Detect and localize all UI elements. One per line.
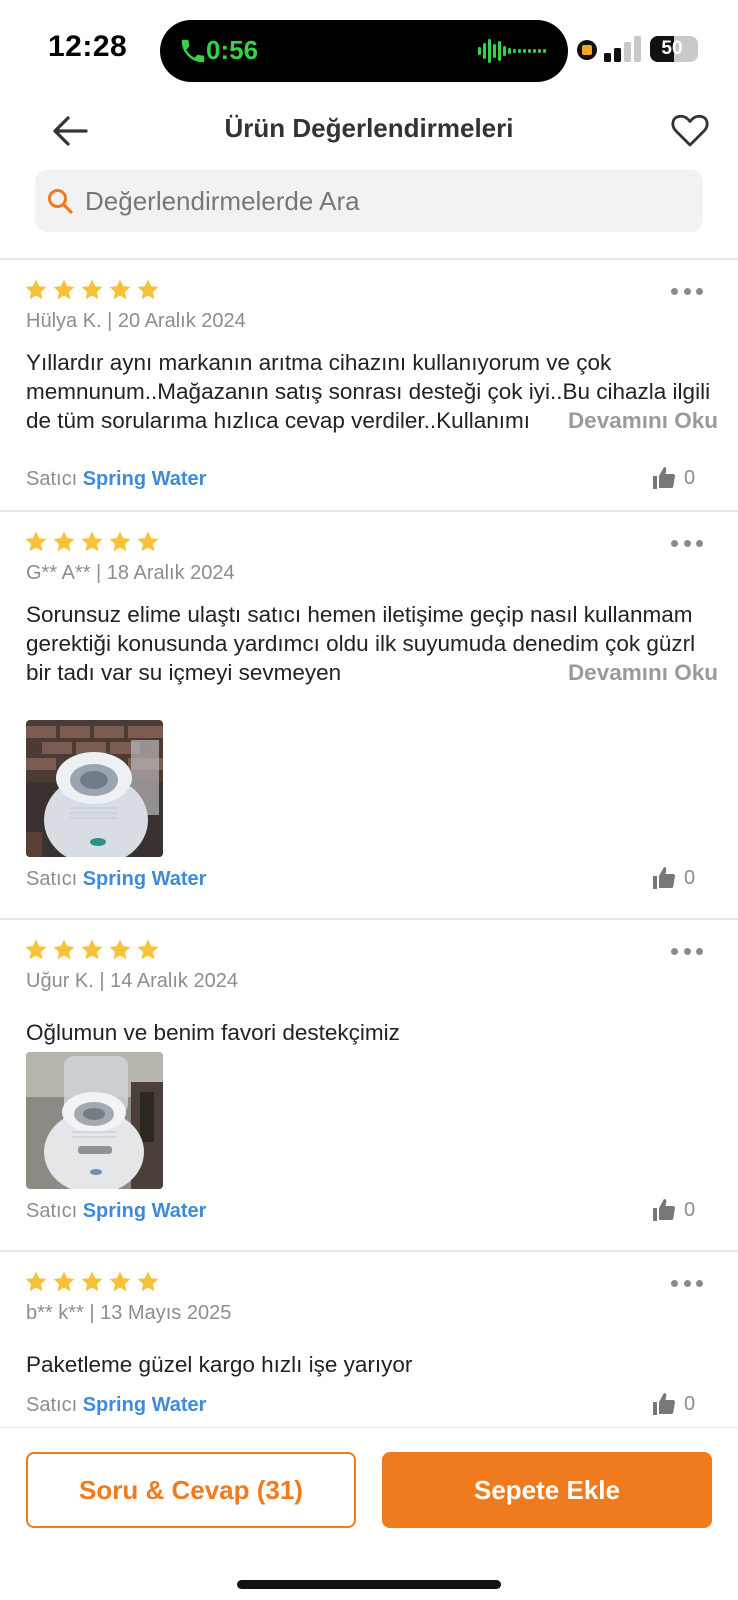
thumbs-up-icon — [653, 467, 675, 489]
star-rating — [24, 530, 160, 554]
seller-link[interactable]: Spring Water — [83, 1200, 207, 1222]
seller-label: Satıcı — [26, 868, 78, 890]
status-clock: 12:28 — [48, 30, 128, 63]
search-icon — [48, 189, 73, 214]
water-purifier-photo — [26, 720, 163, 857]
star-icon — [137, 279, 159, 300]
review-text: Oğlumun ve benim favori destekçimiz — [26, 1020, 400, 1045]
star-rating — [24, 278, 160, 302]
more-options-icon[interactable] — [671, 536, 703, 550]
star-icon — [81, 939, 103, 960]
cellular-signal-icon — [604, 36, 641, 62]
dynamic-island-call[interactable]: 0:56 — [160, 20, 568, 82]
seller-info: Satıcı Spring Water — [26, 1200, 206, 1223]
star-icon — [53, 531, 75, 552]
seller-link[interactable]: Spring Water — [83, 468, 207, 490]
like-button[interactable]: 0 — [652, 466, 695, 490]
like-count: 0 — [684, 866, 696, 889]
review-author-date: b** k** | 13 Mayıs 2025 — [26, 1302, 232, 1324]
like-count: 0 — [684, 1392, 696, 1415]
star-icon — [137, 1271, 159, 1292]
recording-indicator-icon — [577, 40, 597, 60]
star-icon — [109, 1271, 131, 1292]
seller-label: Satıcı — [26, 1200, 78, 1222]
review-photo[interactable] — [26, 720, 163, 857]
star-icon — [137, 531, 159, 552]
star-icon — [81, 531, 103, 552]
star-rating — [24, 1270, 160, 1294]
heart-outline-icon[interactable] — [668, 108, 712, 152]
audio-waveform-icon — [478, 39, 546, 63]
seller-info: Satıcı Spring Water — [26, 1394, 206, 1417]
review-card: G** A** | 18 Aralık 2024 Sorunsuz elime … — [0, 512, 738, 920]
review-card: Uğur K. | 14 Aralık 2024 Oğlumun ve beni… — [0, 920, 738, 1252]
more-options-icon[interactable] — [671, 1276, 703, 1290]
battery-percent: 50 — [661, 38, 683, 59]
review-author-date: Hülya K. | 20 Aralık 2024 — [26, 310, 246, 332]
star-icon — [81, 279, 103, 300]
seller-info: Satıcı Spring Water — [26, 468, 206, 491]
status-bar: 12:28 0:56 50 — [0, 0, 738, 100]
home-indicator[interactable] — [237, 1580, 501, 1589]
question-answer-button[interactable]: Soru & Cevap (31) — [26, 1452, 356, 1528]
read-more-link[interactable]: Devamını Oku — [531, 658, 718, 687]
search-input[interactable] — [85, 170, 685, 232]
star-icon — [137, 939, 159, 960]
read-more-link[interactable]: Devamını Oku — [531, 406, 718, 435]
review-author-date: Uğur K. | 14 Aralık 2024 — [26, 970, 238, 992]
seller-label: Satıcı — [26, 468, 78, 490]
star-icon — [25, 1271, 47, 1292]
star-icon — [25, 939, 47, 960]
more-options-icon[interactable] — [671, 944, 703, 958]
thumbs-up-icon — [653, 1393, 675, 1415]
star-icon — [25, 531, 47, 552]
star-icon — [25, 279, 47, 300]
review-text: Paketleme güzel kargo hızlı işe yarıyor — [26, 1352, 413, 1377]
like-button[interactable]: 0 — [652, 1198, 695, 1222]
like-button[interactable]: 0 — [652, 866, 695, 890]
star-icon — [53, 1271, 75, 1292]
battery-icon: 50 — [650, 36, 698, 62]
like-button[interactable]: 0 — [652, 1392, 695, 1416]
seller-link[interactable]: Spring Water — [83, 868, 207, 890]
like-count: 0 — [684, 466, 696, 489]
star-icon — [109, 279, 131, 300]
page-title: Ürün Değerlendirmeleri — [224, 113, 514, 143]
phone-icon — [181, 39, 205, 63]
review-card: b** k** | 13 Mayıs 2025 Paketleme güzel … — [0, 1252, 738, 1427]
star-icon — [109, 531, 131, 552]
search-bar[interactable] — [35, 170, 703, 232]
more-options-icon[interactable] — [671, 284, 703, 298]
seller-info: Satıcı Spring Water — [26, 868, 206, 891]
water-purifier-photo — [26, 1052, 163, 1189]
star-icon — [53, 279, 75, 300]
star-rating — [24, 938, 160, 962]
call-timer: 0:56 — [206, 35, 259, 65]
review-card: Hülya K. | 20 Aralık 2024 Yıllardır aynı… — [0, 260, 738, 512]
thumbs-up-icon — [653, 1199, 675, 1221]
like-count: 0 — [684, 1198, 696, 1221]
review-author-date: G** A** | 18 Aralık 2024 — [26, 562, 235, 584]
seller-link[interactable]: Spring Water — [83, 1394, 207, 1416]
review-photo[interactable] — [26, 1052, 163, 1189]
thumbs-up-icon — [653, 867, 675, 889]
add-to-cart-button[interactable]: Sepete Ekle — [382, 1452, 712, 1528]
bottom-action-bar: Soru & Cevap (31) Sepete Ekle — [0, 1427, 738, 1600]
seller-label: Satıcı — [26, 1394, 78, 1416]
star-icon — [53, 939, 75, 960]
star-icon — [109, 939, 131, 960]
star-icon — [81, 1271, 103, 1292]
